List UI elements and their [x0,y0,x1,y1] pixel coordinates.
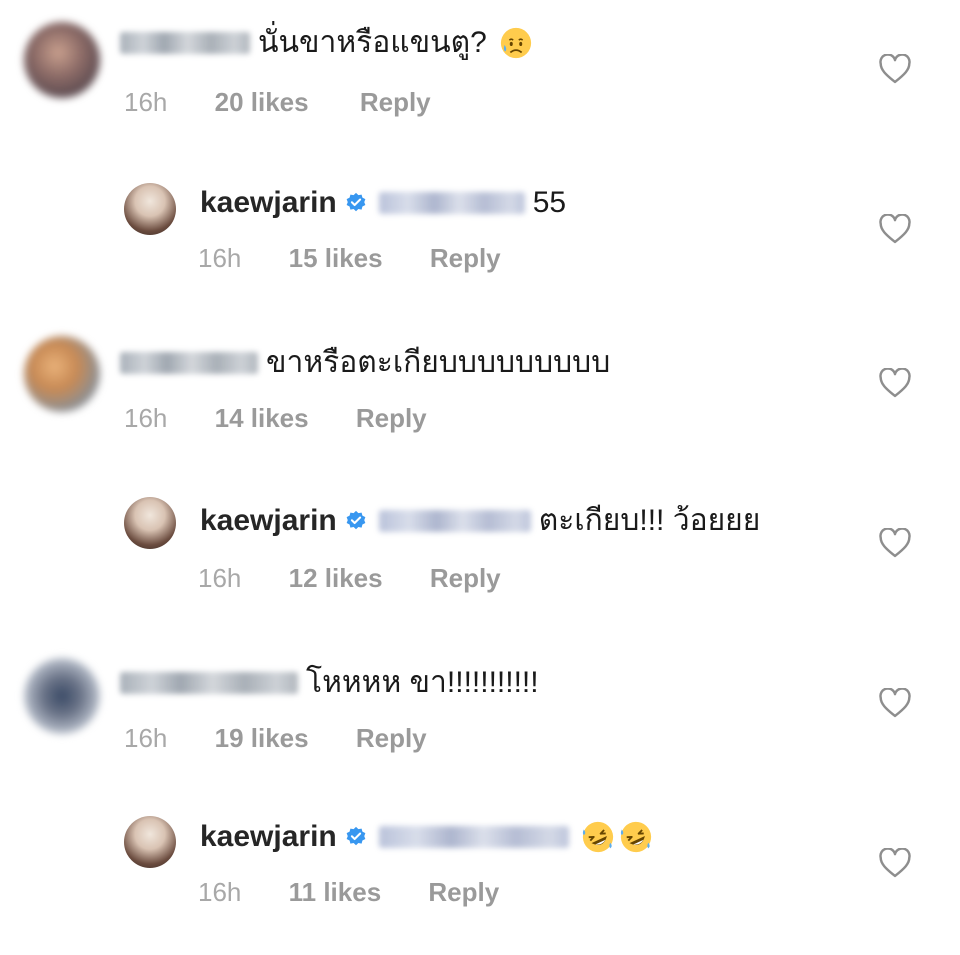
likes-count[interactable]: 14 likes [215,402,309,434]
rolling-laughing-face-icon [582,821,613,853]
avatar[interactable] [124,816,176,868]
blurred-username[interactable] [120,672,298,694]
comment-time: 16h [124,723,168,753]
comment-text: นั่นขาหรือแขนตู? [258,26,487,59]
likes-count[interactable]: 12 likes [289,562,383,594]
comment-time: 16h [198,877,242,907]
avatar[interactable] [124,497,176,549]
comment-time: 16h [198,243,242,273]
avatar[interactable] [24,336,100,412]
heart-outline-icon[interactable] [878,528,912,558]
blurred-mention[interactable] [378,826,569,848]
blurred-username[interactable] [120,352,258,374]
reply-button[interactable]: Reply [430,562,501,594]
likes-count[interactable]: 19 likes [215,722,309,754]
blurred-username[interactable] [120,32,250,54]
sad-sweat-face-icon [500,27,531,59]
avatar[interactable] [24,658,100,734]
comment-text: 55 [532,186,567,219]
comment-text: ขาหรือตะเกียบบบบบบบบบ [266,346,611,379]
heart-outline-icon[interactable] [878,368,912,398]
comment-text: ตะเกียบ!!! ว้อยยย [538,504,761,537]
reply-button[interactable]: Reply [356,722,427,754]
comment-time: 16h [124,87,168,117]
blurred-mention[interactable] [378,192,525,214]
username[interactable]: kaewjarin [200,818,337,856]
avatar[interactable] [124,183,176,235]
comment-text: โหหหห ขา!!!!!!!!!!! [306,666,539,699]
blurred-mention[interactable] [378,510,531,532]
rolling-laughing-face-icon [620,821,651,853]
comment-time: 16h [124,403,168,433]
likes-count[interactable]: 20 likes [215,86,309,118]
comment-time: 16h [198,563,242,593]
verified-badge-icon [346,192,366,212]
heart-outline-icon[interactable] [878,54,912,84]
heart-outline-icon[interactable] [878,848,912,878]
likes-count[interactable]: 15 likes [289,242,383,274]
heart-outline-icon[interactable] [878,214,912,244]
likes-count[interactable]: 11 likes [289,876,382,908]
heart-outline-icon[interactable] [878,688,912,718]
reply-button[interactable]: Reply [356,402,427,434]
reply-button[interactable]: Reply [360,86,431,118]
avatar[interactable] [24,22,100,98]
username[interactable]: kaewjarin [200,502,337,540]
verified-badge-icon [346,826,366,846]
reply-button[interactable]: Reply [428,876,499,908]
username[interactable]: kaewjarin [200,184,337,222]
verified-badge-icon [346,510,366,530]
reply-button[interactable]: Reply [430,242,501,274]
